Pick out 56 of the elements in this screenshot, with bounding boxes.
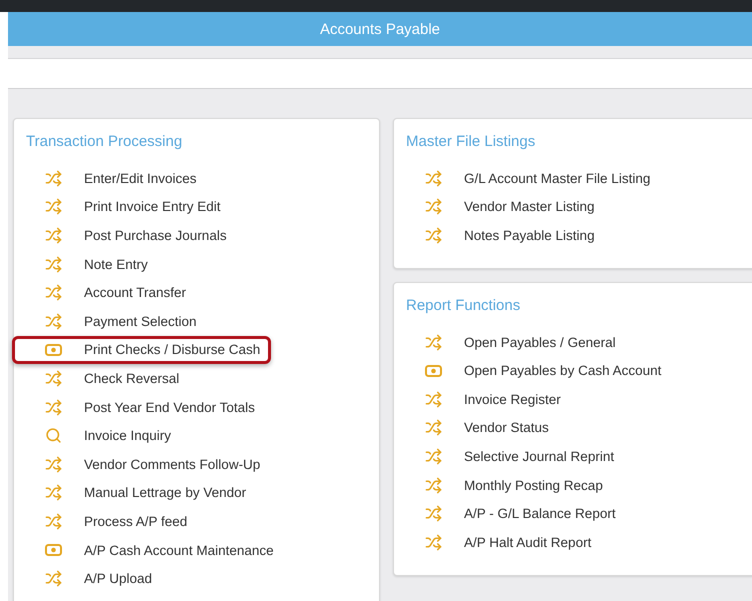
menu-item[interactable]: Post Year End Vendor Totals <box>26 392 266 422</box>
shuffle-icon <box>425 334 442 351</box>
shuffle-icon <box>425 198 442 216</box>
shuffle-icon <box>425 390 442 408</box>
menu-item[interactable]: A/P Halt Audit Report <box>406 528 602 557</box>
menu-item[interactable]: Invoice Register <box>406 384 572 414</box>
shuffle-icon <box>425 476 442 494</box>
shuffle-icon <box>45 284 62 302</box>
shuffle-icon <box>45 512 62 530</box>
menu-item[interactable]: Process A/P feed <box>26 507 198 536</box>
shuffle-icon <box>45 226 62 244</box>
menu-item[interactable]: Invoice Inquiry <box>26 421 182 450</box>
menu-item[interactable]: Check Reversal <box>26 364 190 393</box>
menu-item[interactable]: Note Entry <box>26 250 159 278</box>
menu-item[interactable]: A/P Cash Account Maintenance <box>26 536 285 564</box>
menu-item[interactable]: Payment Selection <box>26 306 208 336</box>
search-icon <box>45 427 62 444</box>
page-header: Accounts Payable <box>8 12 752 46</box>
shuffle-icon <box>45 456 62 473</box>
shuffle-icon <box>45 570 62 588</box>
menu-item[interactable]: Vendor Comments Follow-Up <box>26 450 272 479</box>
menu-item[interactable]: Print Checks / Disburse Cash <box>12 336 272 364</box>
menu-item[interactable]: Post Purchase Journals <box>26 221 238 250</box>
shuffle-icon <box>45 312 62 330</box>
shuffle-icon <box>45 256 62 273</box>
shuffle-icon <box>45 398 62 416</box>
menu-item[interactable]: Open Payables by Cash Account <box>406 356 672 385</box>
shuffle-icon <box>45 170 62 187</box>
cash-icon <box>45 544 62 556</box>
menu-item[interactable]: Monthly Posting Recap <box>406 470 614 500</box>
shuffle-icon <box>45 370 62 387</box>
panel-title: Report Functions <box>406 296 522 314</box>
panel-title: Transaction Processing <box>26 133 184 150</box>
menu-item[interactable]: A/P Upload <box>26 564 164 593</box>
menu-item[interactable]: A/P - G/L Balance Report <box>406 499 627 528</box>
menu-item[interactable]: Open Payables / General <box>406 328 627 356</box>
menu-item[interactable]: Manual Lettrage by Vendor <box>26 478 258 508</box>
menu-item[interactable]: Notes Payable Listing <box>406 221 606 250</box>
menu-item[interactable]: Selective Journal Reprint <box>406 442 626 471</box>
shuffle-icon <box>425 226 442 244</box>
menu-item[interactable]: Vendor Master Listing <box>406 192 606 222</box>
shuffle-icon <box>425 170 442 187</box>
panel-title: Master File Listings <box>406 133 536 150</box>
shuffle-icon <box>425 448 442 465</box>
cash-icon <box>425 364 442 377</box>
shuffle-icon <box>425 534 442 551</box>
menu-item[interactable]: Vendor Status <box>406 414 560 442</box>
menu-item[interactable]: Account Transfer <box>26 278 198 307</box>
menu-item[interactable]: G/L Account Master File Listing <box>406 164 662 193</box>
shuffle-icon <box>45 198 62 216</box>
shuffle-icon <box>45 484 62 502</box>
shuffle-icon <box>425 419 442 436</box>
shuffle-icon <box>425 505 442 522</box>
menu-item[interactable]: Print Invoice Entry Edit <box>26 192 232 222</box>
menu-item[interactable]: Enter/Edit Invoices <box>26 164 208 193</box>
cash-icon <box>45 344 62 356</box>
